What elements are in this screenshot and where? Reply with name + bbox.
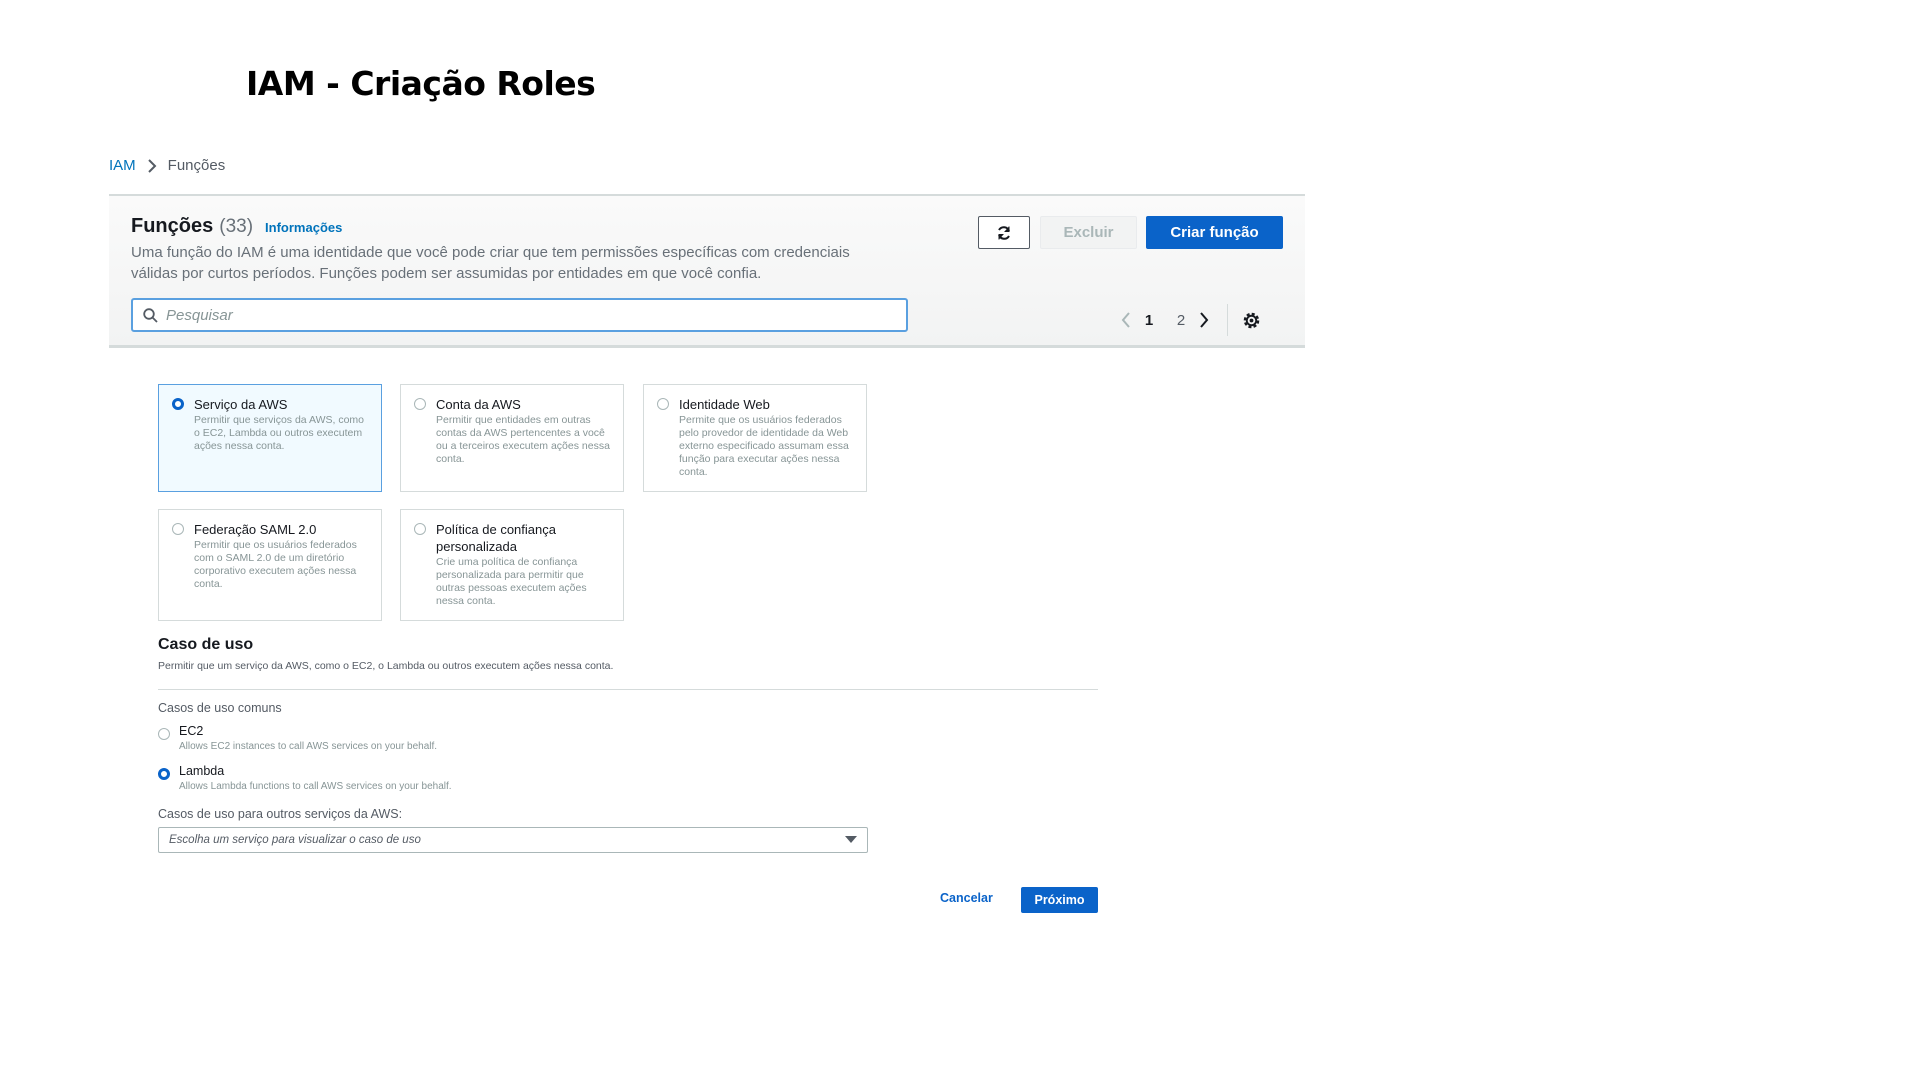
refresh-button[interactable]	[978, 216, 1030, 249]
pager-divider	[1227, 304, 1228, 336]
use-case-radio-lambda[interactable]	[158, 768, 170, 780]
caret-down-icon	[845, 836, 857, 843]
card-title: Conta da AWS	[436, 397, 521, 412]
card-title: Federação SAML 2.0	[194, 522, 317, 537]
option-label: EC2	[179, 724, 204, 738]
other-services-label: Casos de uso para outros serviços da AWS…	[158, 807, 403, 821]
breadcrumb-current: Funções	[167, 157, 226, 174]
panel-heading: Funções (33) Informações	[131, 215, 342, 238]
option-label: Lambda	[179, 764, 225, 778]
service-select-placeholder: Escolha um serviço para visualizar o cas…	[169, 834, 421, 846]
card-title: Serviço da AWS	[194, 397, 288, 412]
pagination: 1 2	[1119, 304, 1261, 336]
entity-radio-aws-account[interactable]	[414, 398, 426, 410]
common-use-cases-label: Casos de uso comuns	[158, 701, 282, 715]
entity-card-aws-account[interactable]: Conta da AWS Permitir que entidades em o…	[400, 384, 624, 492]
refresh-icon	[998, 225, 1010, 240]
use-case-description: Permitir que um serviço da AWS, como o E…	[158, 660, 614, 672]
roles-count: (33)	[219, 216, 254, 237]
option-description: Allows Lambda functions to call AWS serv…	[179, 781, 452, 792]
search-field[interactable]	[131, 298, 908, 332]
entity-card-aws-service[interactable]: Serviço da AWS Permitir que serviços da …	[158, 384, 382, 492]
card-description: Permitir que os usuários federados com o…	[194, 539, 357, 590]
entity-card-custom-trust-policy[interactable]: Política de confiança personalizada Crie…	[400, 509, 624, 621]
breadcrumb-iam-link[interactable]: IAM	[109, 157, 136, 174]
card-title: Política de confiança personalizada	[436, 522, 556, 554]
chevron-left-icon[interactable]	[1119, 311, 1133, 329]
breadcrumb: IAM Funções	[109, 157, 225, 174]
page-1[interactable]: 1	[1133, 312, 1165, 329]
card-title: Identidade Web	[679, 397, 770, 412]
entity-radio-web-identity[interactable]	[657, 398, 669, 410]
use-case-radio-ec2[interactable]	[158, 728, 170, 740]
service-select[interactable]: Escolha um serviço para visualizar o cas…	[158, 827, 868, 853]
cancel-button[interactable]: Cancelar	[940, 891, 993, 905]
card-description: Crie uma política de confiança personali…	[436, 556, 587, 607]
use-case-heading: Caso de uso	[158, 636, 254, 653]
card-description: Permite que os usuários federados pelo p…	[679, 414, 849, 478]
card-description: Permitir que serviços da AWS, como o EC2…	[194, 414, 364, 452]
entity-card-saml-federation[interactable]: Federação SAML 2.0 Permitir que os usuár…	[158, 509, 382, 621]
panel-description: Uma função do IAM é uma identidade que v…	[131, 244, 850, 282]
option-description: Allows EC2 instances to call AWS service…	[179, 741, 438, 752]
page-2[interactable]: 2	[1165, 312, 1197, 329]
entity-card-web-identity[interactable]: Identidade Web Permite que os usuários f…	[643, 384, 867, 492]
search-icon	[143, 307, 158, 323]
entity-radio-saml[interactable]	[172, 523, 184, 535]
search-input[interactable]	[166, 306, 866, 324]
create-role-button[interactable]: Criar função	[1146, 216, 1283, 249]
entity-radio-custom-trust[interactable]	[414, 523, 426, 535]
info-link[interactable]: Informações	[265, 220, 342, 235]
section-divider	[158, 689, 1098, 690]
delete-button[interactable]: Excluir	[1040, 216, 1137, 249]
card-description: Permitir que entidades em outras contas …	[436, 414, 610, 465]
slide-title: IAM - Criação Roles	[246, 64, 596, 103]
chevron-right-icon[interactable]	[1197, 311, 1211, 329]
next-button[interactable]: Próximo	[1021, 887, 1098, 913]
entity-radio-aws-service[interactable]	[172, 398, 184, 410]
page-title: Funções	[131, 215, 214, 237]
settings-icon[interactable]	[1242, 311, 1261, 330]
chevron-right-icon	[147, 158, 157, 173]
roles-header-panel: Funções (33) Informações Uma função do I…	[109, 194, 1305, 348]
